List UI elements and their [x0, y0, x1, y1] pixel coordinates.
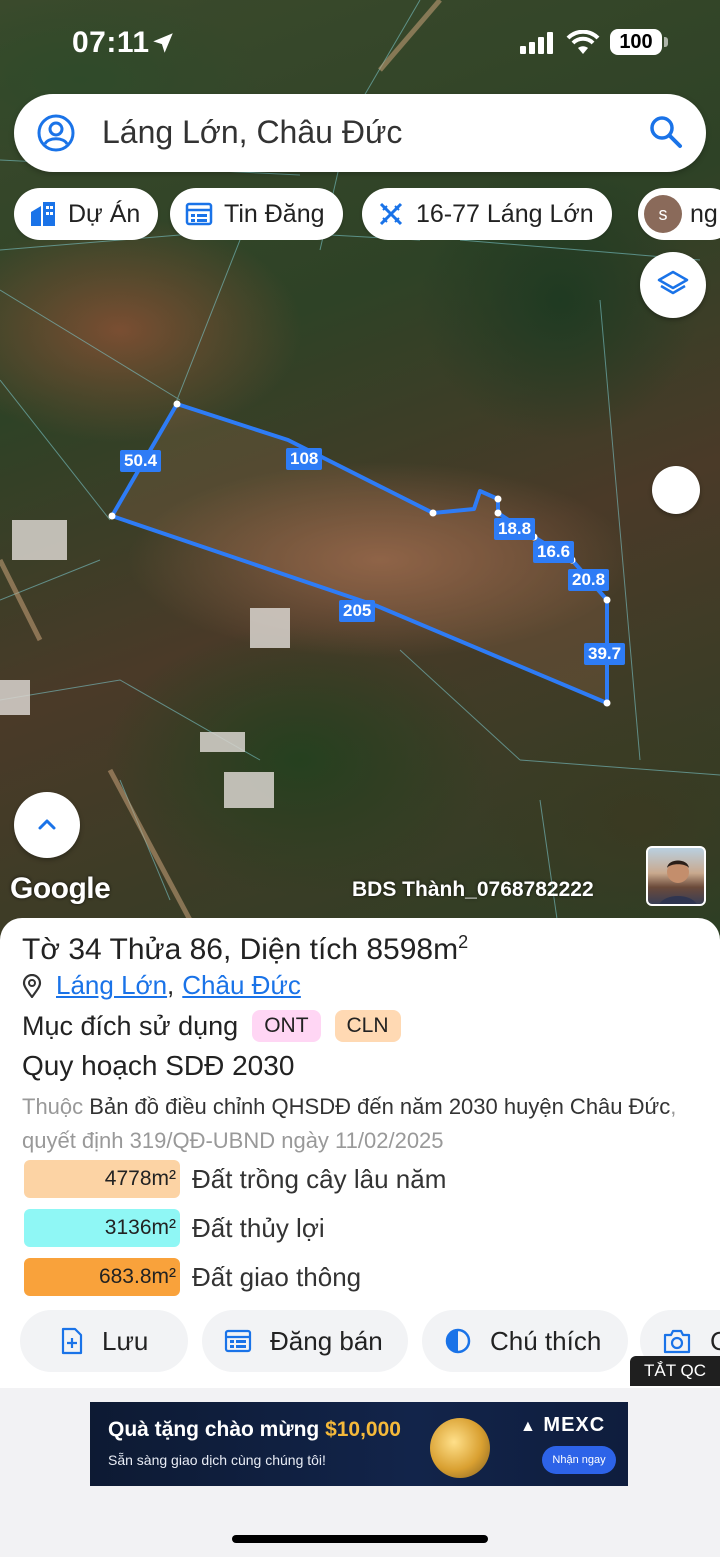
purpose-badge-ont[interactable]: ONT: [252, 1010, 321, 1042]
save-button[interactable]: Lưu: [20, 1310, 188, 1372]
ad-title-text: Quà tặng chào mừng: [108, 1418, 326, 1441]
area-row: 3136m² Đất thủy lợi: [24, 1209, 325, 1247]
area-unit-superscript: 2: [458, 932, 469, 952]
legend-label: Chú thích: [490, 1325, 602, 1356]
post-icon: [224, 1328, 252, 1354]
layers-button[interactable]: [640, 252, 706, 318]
action-buttons: Lưu Đăng bán Chú thích C: [20, 1310, 720, 1372]
area-row: 4778m² Đất trồng cây lâu năm: [24, 1160, 446, 1198]
plan-prefix: Thuộc: [22, 1094, 84, 1119]
chevron-up-icon: [38, 819, 56, 830]
ad-title: Quà tặng chào mừng $10,000: [108, 1418, 401, 1442]
building-icon: [28, 199, 58, 229]
home-indicator[interactable]: [232, 1535, 488, 1543]
location-link-commune[interactable]: Láng Lớn: [56, 970, 167, 1001]
save-icon: [60, 1327, 84, 1355]
wifi-icon: [566, 30, 600, 54]
search-bar[interactable]: Láng Lớn, Châu Đức: [14, 94, 706, 172]
edge-length-label: 20.8: [568, 569, 610, 591]
area-row: 683.8m² Đất giao thông: [24, 1258, 361, 1296]
camera-icon: [662, 1327, 692, 1355]
battery-nub: [664, 37, 668, 47]
battery-indicator: 100: [610, 29, 662, 55]
ad-amount: $10,000: [325, 1418, 401, 1441]
parcel-title: Tờ 34 Thửa 86, Diện tích 8598m2: [22, 932, 468, 967]
edge-length-label: 50.4: [120, 450, 162, 472]
edge-length-label: 205: [339, 600, 376, 622]
ad-cta-button[interactable]: Nhận ngay: [542, 1446, 616, 1474]
search-query[interactable]: Láng Lớn, Châu Đức: [102, 114, 402, 151]
ad-brand-logo: ▲ MEXC: [520, 1414, 605, 1437]
ad-banner[interactable]: Quà tặng chào mừng $10,000 Sẵn sàng giao…: [90, 1402, 628, 1486]
ad-subtitle: Sẵn sàng giao dịch cùng chúng tôi!: [108, 1452, 326, 1468]
ruler-icon: [376, 199, 406, 229]
chip-tin-dang[interactable]: Tin Đăng: [170, 188, 343, 240]
status-bar: 07:11 100: [0, 0, 720, 86]
chip-label: Tin Đăng: [224, 199, 325, 228]
person-photo-icon: [659, 860, 697, 904]
purpose-badge-cln[interactable]: CLN: [334, 1010, 401, 1042]
agent-avatar[interactable]: [646, 846, 706, 906]
parcel-info-panel: Tờ 34 Thửa 86, Diện tích 8598m2 Láng Lớn…: [0, 918, 720, 1388]
chip-parcel[interactable]: 16-77 Láng Lớn: [362, 188, 612, 240]
area-label: Đất thủy lợi: [192, 1212, 325, 1243]
map-view[interactable]: 50.4 108 18.8 16.6 20.8 205 39.7 07:11 1…: [0, 0, 720, 940]
edge-length-label: 18.8: [494, 518, 536, 540]
legend-button[interactable]: Chú thích: [422, 1310, 628, 1372]
save-label: Lưu: [102, 1325, 149, 1356]
parcel-title-text: Tờ 34 Thửa 86, Diện tích 8598m: [22, 933, 459, 966]
camera-label: C: [710, 1325, 720, 1356]
plan-document: Bản đồ điều chỉnh QHSDĐ đến năm 2030 huy…: [89, 1094, 671, 1119]
layers-icon: [657, 270, 689, 295]
location-arrow-icon: [153, 33, 173, 53]
plan-title: Quy hoạch SDĐ 2030: [22, 1050, 295, 1081]
edge-length-label: 39.7: [584, 643, 626, 665]
map-side-handle[interactable]: [652, 466, 700, 514]
chip-du-an[interactable]: Dự Án: [14, 188, 159, 240]
plan-description: Thuộc Bản đồ điều chỉnh QHSDĐ đến năm 20…: [22, 1090, 702, 1158]
purpose-label: Mục đích sử dụng: [22, 1010, 239, 1041]
ad-brand-text: MEXC: [543, 1414, 606, 1436]
location-row: Láng Lớn , Châu Đức: [22, 970, 301, 1001]
mexc-logo-icon: ▲: [520, 1418, 537, 1435]
location-link-district[interactable]: Châu Đức: [182, 970, 301, 1001]
land-use-purpose: Mục đích sử dụng ONT CLN: [22, 1010, 401, 1042]
chip-user[interactable]: s ng: [638, 188, 720, 240]
edge-length-label: 108: [286, 448, 323, 470]
chip-label: Dự Án: [68, 199, 141, 228]
cellular-signal-icon: [520, 32, 553, 54]
edge-length-label: 16.6: [533, 541, 575, 563]
chip-label: 16-77 Láng Lớn: [416, 199, 594, 228]
location-pin-icon: [22, 973, 42, 998]
post-sale-button[interactable]: Đăng bán: [202, 1310, 408, 1372]
search-icon[interactable]: [648, 114, 684, 150]
google-logo: Google: [10, 872, 111, 905]
area-label: Đất trồng cây lâu năm: [192, 1163, 447, 1194]
area-value: 683.8m²: [24, 1258, 180, 1296]
close-ad-button[interactable]: TẮT QC: [630, 1356, 720, 1386]
filter-chips: Dự Án Tin Đăng 16-77 Láng Lớn s ng: [14, 188, 720, 240]
expand-up-button[interactable]: [14, 792, 80, 858]
avatar: s: [644, 195, 682, 233]
area-label: Đất giao thông: [192, 1261, 362, 1292]
legend-icon: [444, 1327, 472, 1355]
area-value: 4778m²: [24, 1160, 180, 1198]
location-separator: ,: [167, 970, 175, 1000]
post-sale-label: Đăng bán: [270, 1325, 383, 1356]
coins-icon: [430, 1418, 490, 1478]
area-value: 3136m²: [24, 1209, 180, 1247]
watermark-text: BDS Thành_0768782222: [352, 878, 594, 901]
chip-label: ng: [690, 199, 718, 228]
user-profile-icon[interactable]: [36, 113, 76, 153]
status-time: 07:11: [72, 26, 150, 59]
listing-icon: [184, 199, 214, 229]
